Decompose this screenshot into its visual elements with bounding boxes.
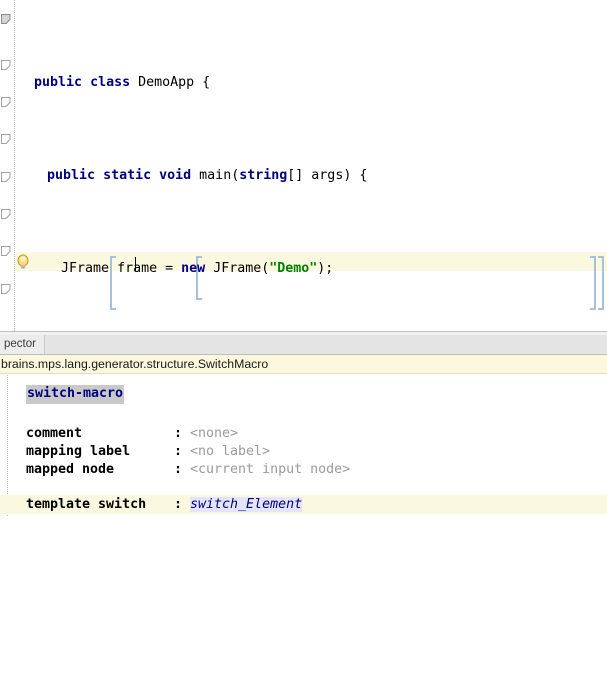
property-colon: :	[174, 426, 191, 441]
fold-marker-icon[interactable]	[1, 97, 12, 110]
property-row[interactable]: comment: <none>	[26, 425, 238, 444]
node-concept-label[interactable]: switch-macro	[26, 385, 125, 404]
property-name: mapped node	[26, 462, 115, 477]
fold-marker-icon[interactable]	[1, 172, 12, 185]
tab-inspector[interactable]: pector	[0, 335, 45, 354]
fold-marker-icon[interactable]	[1, 60, 12, 73]
token-keyword: new	[181, 261, 206, 277]
code-line[interactable]: JFrame frame = new JFrame("Demo");	[14, 260, 607, 279]
property-colon: :	[174, 462, 191, 477]
token-keyword: public	[34, 75, 83, 91]
reference-name: template switch	[26, 497, 147, 512]
token-paren: ) {	[343, 168, 368, 184]
inspector-panel: pector brains.mps.lang.generator.structu…	[0, 335, 607, 516]
token-type: JFrame	[213, 261, 262, 277]
fold-marker-icon[interactable]	[1, 246, 12, 259]
token-paren: );	[317, 261, 334, 277]
reference-row[interactable]: template switch: switch_Element	[26, 496, 303, 515]
property-colon: :	[174, 497, 191, 512]
text-caret	[135, 257, 136, 271]
token-operator: =	[165, 261, 174, 277]
token-keyword: void	[159, 168, 192, 184]
property-row[interactable]: mapping label: <no label>	[26, 443, 270, 462]
token-type: DemoApp	[138, 75, 195, 91]
property-colon: :	[174, 444, 191, 459]
token-type: JFrame	[61, 261, 110, 277]
token-method: main	[199, 168, 232, 184]
fold-marker-icon[interactable]	[1, 209, 12, 222]
property-row[interactable]: mapped node: <current input node>	[26, 461, 350, 480]
token-keyword: string	[239, 168, 288, 184]
inspector-body[interactable]: switch-macro comment: <none> mapping lab…	[0, 375, 607, 516]
property-value[interactable]: <none>	[190, 426, 238, 441]
token-identifier: args	[311, 168, 344, 184]
token-keyword: static	[103, 168, 152, 184]
token-brackets: []	[287, 168, 312, 184]
template-editor-pane[interactable]: public class DemoApp { public static voi…	[0, 0, 607, 331]
fold-marker-icon[interactable]	[1, 284, 12, 297]
code-text[interactable]: public class DemoApp { public static voi…	[14, 0, 607, 331]
property-name: comment	[26, 426, 83, 441]
token-string: "Demo"	[269, 261, 318, 277]
property-value[interactable]: <no label>	[190, 444, 270, 459]
code-line[interactable]: public class DemoApp {	[14, 74, 607, 93]
property-value[interactable]: <current input node>	[190, 462, 350, 477]
inspector-tabbar: pector	[0, 335, 607, 355]
token-identifier: frame	[117, 261, 158, 277]
token-keyword: class	[90, 75, 131, 91]
fold-marker-icon[interactable]	[1, 134, 12, 147]
mps-window: public class DemoApp { public static voi…	[0, 0, 607, 516]
editor-gutter[interactable]	[0, 0, 15, 331]
code-line[interactable]: public static void main(string[] args) {	[14, 167, 607, 186]
inspector-breadcrumb[interactable]: brains.mps.lang.generator.structure.Swit…	[0, 355, 607, 374]
reference-value[interactable]: switch_Element	[190, 497, 303, 512]
token-brace: {	[202, 75, 211, 91]
token-keyword: public	[47, 168, 96, 184]
property-name: mapping label	[26, 444, 131, 459]
fold-marker-icon[interactable]	[1, 14, 12, 27]
